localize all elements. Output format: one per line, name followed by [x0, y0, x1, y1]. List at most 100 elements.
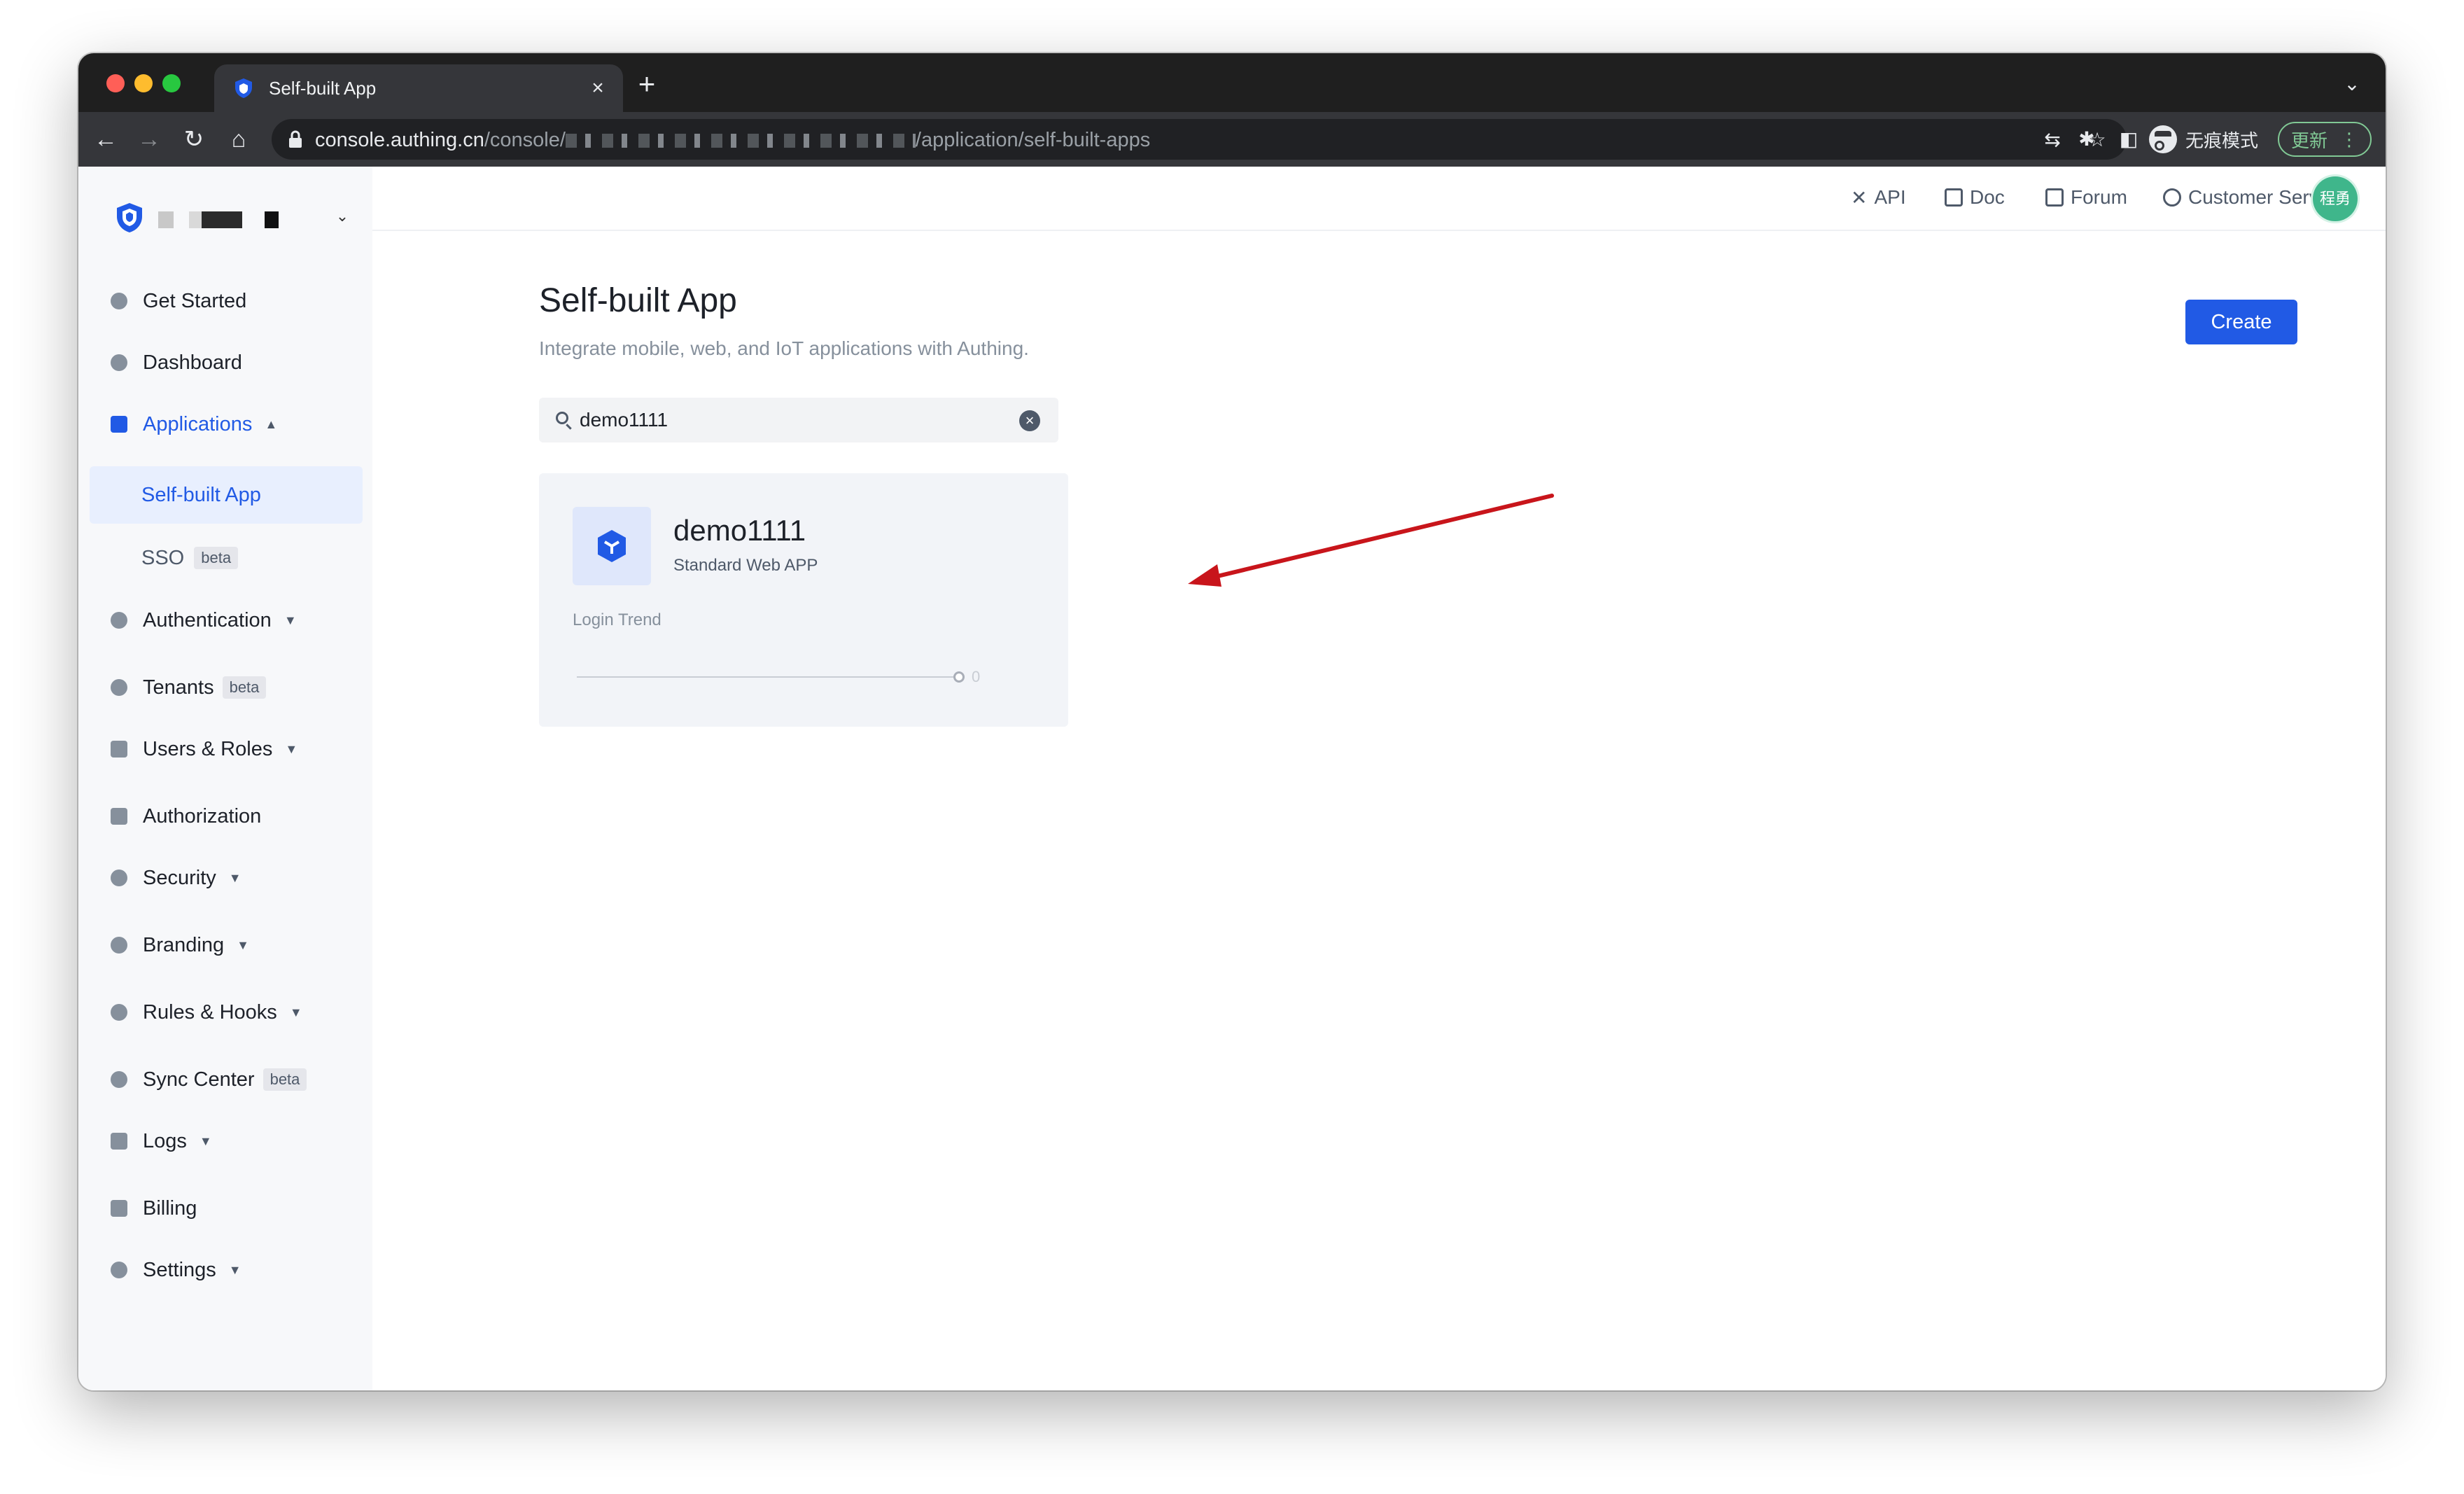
tab-close-icon[interactable]: × — [584, 74, 612, 102]
page-description: Integrate mobile, web, and IoT applicati… — [539, 337, 1029, 359]
chevron-down-icon: ▼ — [228, 870, 241, 885]
browser-tab[interactable]: Self-built App × — [214, 64, 623, 112]
hook-icon — [111, 1004, 127, 1021]
topnav-doc-link[interactable]: Doc — [1945, 185, 2005, 210]
chevron-down-icon: ▼ — [285, 741, 298, 756]
log-list-icon — [111, 1133, 127, 1150]
sidebar-item-sync-center[interactable]: Sync Center beta — [111, 1064, 307, 1095]
authing-shield-icon — [235, 78, 252, 98]
forward-arrow-icon[interactable]: → — [133, 123, 165, 155]
lock-icon — [111, 808, 127, 825]
sidebar-item-authentication[interactable]: Authentication ▼ — [111, 605, 297, 636]
rocket-icon — [111, 293, 127, 309]
sidebar-item-rules-hooks[interactable]: Rules & Hooks ▼ — [111, 997, 302, 1028]
gear-icon — [111, 1262, 127, 1278]
topnav-api-link[interactable]: ✕ API — [1851, 185, 1906, 210]
tab-title: Self-built App — [269, 78, 377, 99]
home-icon[interactable]: ⌂ — [223, 123, 255, 155]
sidebar-item-get-started[interactable]: Get Started — [111, 286, 246, 316]
login-trend-point — [953, 671, 965, 683]
avatar[interactable]: 程勇 — [2313, 176, 2358, 221]
apps-grid-icon — [111, 416, 127, 433]
chevron-down-icon: ▼ — [199, 1133, 212, 1148]
sidebar-item-billing[interactable]: Billing — [111, 1193, 197, 1224]
tab-search-chevron-icon[interactable]: ⌄ — [2339, 71, 2365, 97]
pie-chart-icon — [111, 354, 127, 371]
extensions-puzzle-icon[interactable]: ✱ — [2071, 123, 2103, 155]
search-icon — [556, 412, 568, 424]
url-text: console.authing.cn/console//application/… — [315, 129, 1151, 151]
chevron-down-icon: ▼ — [284, 613, 297, 627]
side-panel-icon[interactable]: ◧ — [2113, 123, 2145, 155]
login-trend-value: 0 — [972, 668, 981, 685]
sidebar: ⌄ Get Started Dashboard Applications ▲ S… — [78, 167, 372, 1390]
chevron-up-icon: ▲ — [265, 417, 278, 431]
close-window-button[interactable] — [106, 74, 125, 92]
credit-card-icon — [111, 1200, 127, 1217]
more-vertical-icon: ⋮ — [2340, 128, 2358, 150]
sidebar-item-authorization[interactable]: Authorization — [111, 801, 261, 832]
top-nav: ✕ API Doc Forum Customer Service 程勇 — [372, 167, 2386, 231]
app-type: Standard Web APP — [673, 556, 818, 575]
redacted-org-name — [158, 211, 284, 228]
reload-icon[interactable]: ↻ — [178, 123, 210, 155]
globe-icon — [111, 679, 127, 696]
incognito-indicator[interactable]: 无痕模式 — [2149, 122, 2258, 157]
redacted-url-segment — [565, 134, 916, 148]
sidebar-item-settings[interactable]: Settings ▼ — [111, 1255, 241, 1285]
lock-icon — [289, 130, 302, 148]
authing-logo-icon — [117, 203, 142, 232]
tools-icon: ✕ — [1851, 186, 1868, 209]
tab-strip: Self-built App × + ⌄ — [78, 53, 2386, 112]
book-icon — [1945, 188, 1963, 207]
cube-icon — [598, 530, 626, 562]
zoom-window-button[interactable] — [162, 74, 181, 92]
sidebar-item-branding[interactable]: Branding ▼ — [111, 930, 249, 961]
sidebar-item-applications[interactable]: Applications ▲ — [111, 409, 277, 440]
back-arrow-icon[interactable]: ← — [90, 123, 122, 155]
app-name[interactable]: demo1111 — [673, 514, 806, 547]
clear-search-icon[interactable]: × — [1019, 410, 1040, 431]
app-card[interactable]: demo1111 Standard Web APP Login Trend 0 — [539, 473, 1068, 727]
sidebar-item-dashboard[interactable]: Dashboard — [111, 347, 242, 378]
main-content: Self-built App Integrate mobile, web, an… — [372, 231, 2386, 1390]
create-button[interactable]: Create — [2185, 300, 2297, 344]
page-title: Self-built App — [539, 282, 737, 319]
share-nodes-icon — [111, 612, 127, 629]
sidebar-subitem-self-built-app[interactable]: Self-built App — [90, 466, 363, 524]
beta-badge: beta — [262, 1068, 307, 1091]
beta-badge: beta — [222, 676, 267, 699]
shield-icon — [111, 870, 127, 886]
search-input[interactable] — [580, 403, 1014, 437]
browser-toolbar: ← → ↻ ⌂ console.authing.cn/console//appl… — [78, 112, 2386, 167]
sidebar-subitem-sso[interactable]: SSO beta — [90, 529, 363, 587]
users-icon — [111, 741, 127, 758]
sync-icon — [111, 1071, 127, 1088]
minimize-window-button[interactable] — [134, 74, 153, 92]
new-tab-button[interactable]: + — [631, 69, 662, 99]
sidebar-item-logs[interactable]: Logs ▼ — [111, 1126, 212, 1157]
chevron-down-icon: ▼ — [228, 1262, 241, 1277]
translate-icon[interactable]: ⇆ — [2038, 127, 2066, 153]
annotation-arrow-icon — [1188, 494, 1554, 587]
sidebar-item-users-roles[interactable]: Users & Roles ▼ — [111, 734, 298, 765]
topnav-forum-link[interactable]: Forum — [2045, 185, 2127, 210]
login-trend-line — [577, 676, 955, 678]
message-square-icon — [2045, 188, 2064, 207]
address-bar[interactable]: console.authing.cn/console//application/… — [272, 119, 2127, 160]
update-button[interactable]: 更新 ⋮ — [2278, 122, 2372, 157]
browser-window: Self-built App × + ⌄ ← → ↻ ⌂ console.aut… — [78, 53, 2386, 1390]
chevron-down-icon: ⌄ — [335, 207, 349, 225]
chevron-down-icon: ▼ — [237, 937, 249, 952]
beta-badge: beta — [194, 547, 239, 569]
headset-icon — [2163, 188, 2181, 207]
paint-brush-icon — [111, 937, 127, 954]
incognito-icon — [2149, 125, 2177, 153]
search-box[interactable]: × — [539, 398, 1058, 442]
org-switcher[interactable]: ⌄ — [115, 197, 353, 237]
chevron-down-icon: ▼ — [289, 1005, 302, 1019]
login-trend-label: Login Trend — [573, 610, 662, 629]
sidebar-item-security[interactable]: Security ▼ — [111, 863, 241, 893]
app-icon-container — [573, 507, 651, 585]
sidebar-item-tenants[interactable]: Tenants beta — [111, 672, 267, 703]
